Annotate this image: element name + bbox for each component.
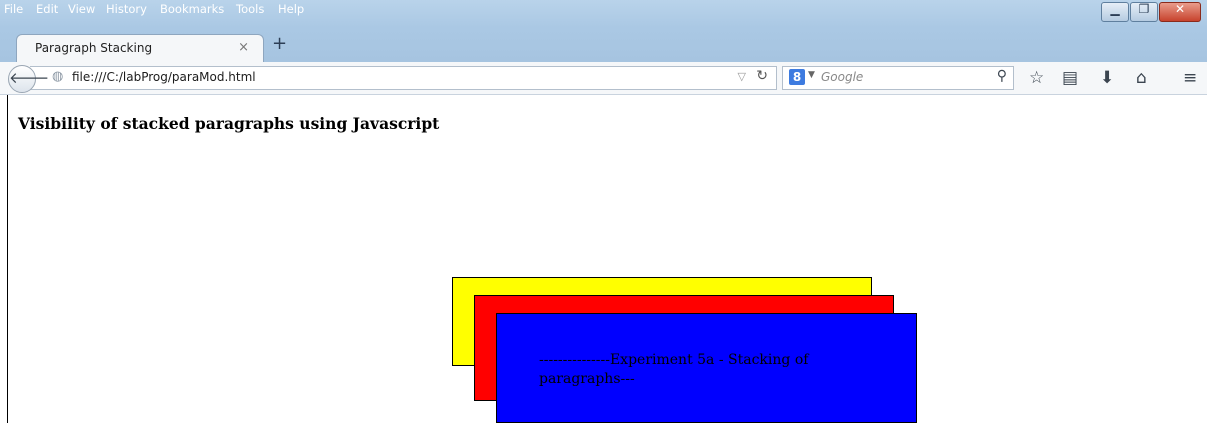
star-icon[interactable]: ☆	[1029, 68, 1044, 88]
restore-icon: ❐	[1138, 2, 1150, 16]
google-engine-icon[interactable]: 8	[789, 69, 805, 85]
home-icon[interactable]: ⌂	[1136, 68, 1147, 88]
hamburger-menu-icon[interactable]: ≡	[1183, 68, 1197, 88]
download-arrow-icon[interactable]: ⬇	[1100, 68, 1114, 88]
new-tab-icon[interactable]: +	[272, 33, 287, 54]
window-controls: ▁ ❐ ✕	[1100, 2, 1201, 22]
restore-button[interactable]: ❐	[1130, 2, 1158, 22]
url-dropdown-icon[interactable]: ▽	[738, 70, 746, 83]
menu-tools[interactable]: Tools	[236, 2, 264, 16]
menu-view[interactable]: View	[68, 2, 95, 16]
tab-paragraph-stacking[interactable]: Paragraph Stacking ×	[16, 34, 264, 63]
tab-title: Paragraph Stacking	[35, 41, 153, 55]
back-arrow-icon: 🡐	[9, 69, 50, 87]
clipboard-icon[interactable]: ▤	[1062, 68, 1078, 88]
tab-close-icon[interactable]: ×	[238, 40, 249, 55]
search-input[interactable]: Google	[821, 70, 863, 84]
globe-icon: ◍	[52, 69, 64, 84]
minimize-icon: ▁	[1110, 2, 1120, 16]
page-left-border	[7, 95, 8, 423]
reload-icon[interactable]: ↻	[756, 68, 768, 84]
search-bar[interactable]: 8 ▼ Google ⚲	[782, 66, 1014, 90]
menu-bar: File Edit View History Bookmarks Tools H…	[0, 0, 1207, 28]
url-bar[interactable]: ◍ file:///C:/labProg/paraMod.html ▽ ↻	[30, 66, 777, 90]
page-heading: Visibility of stacked paragraphs using J…	[18, 114, 440, 133]
menu-help[interactable]: Help	[278, 2, 304, 16]
back-button[interactable]: 🡐	[8, 65, 49, 93]
close-window-button[interactable]: ✕	[1159, 2, 1201, 22]
tab-strip: Paragraph Stacking × +	[0, 28, 1207, 63]
menu-history[interactable]: History	[106, 2, 147, 16]
menu-file[interactable]: File	[4, 2, 23, 16]
menu-edit[interactable]: Edit	[36, 2, 58, 16]
magnifier-icon[interactable]: ⚲	[997, 68, 1007, 84]
close-icon: ✕	[1174, 2, 1186, 16]
minimize-button[interactable]: ▁	[1101, 2, 1129, 22]
engine-dropdown-icon[interactable]: ▼	[808, 70, 815, 80]
paragraph-blue[interactable]: ---------------Experiment 5a - Stacking …	[496, 313, 917, 423]
menu-bookmarks[interactable]: Bookmarks	[160, 2, 224, 16]
url-text[interactable]: file:///C:/labProg/paraMod.html	[72, 70, 256, 84]
paragraph-blue-text: ---------------Experiment 5a - Stacking …	[539, 352, 809, 387]
navigation-toolbar: ◍ file:///C:/labProg/paraMod.html ▽ ↻ 🡐 …	[0, 62, 1207, 95]
